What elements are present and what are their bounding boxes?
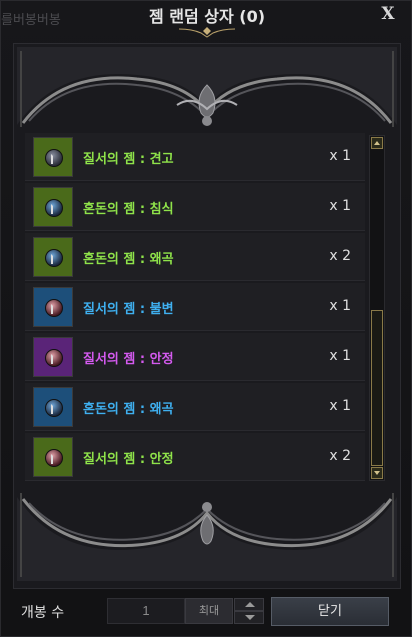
item-frame <box>33 237 73 277</box>
item-name: 질서의 젬 : 견고 <box>83 152 174 167</box>
gem-order-icon <box>45 349 63 367</box>
item-frame <box>33 137 73 177</box>
list-item[interactable]: 질서의 젬 : 안정 x 2 <box>25 433 365 481</box>
scroll-down-icon[interactable] <box>371 467 383 479</box>
bottom-ornament-icon <box>17 487 397 581</box>
item-quantity: x 2 <box>329 248 351 264</box>
increment-icon[interactable] <box>234 598 264 611</box>
open-count-value: 1 <box>142 603 150 618</box>
gem-chaos-icon <box>45 399 63 417</box>
item-quantity: x 1 <box>329 348 351 364</box>
window-close-icon[interactable]: X <box>379 5 397 23</box>
list-item[interactable]: 혼돈의 젬 : 왜곡 x 1 <box>25 383 365 431</box>
item-quantity: x 1 <box>329 148 351 164</box>
item-name: 혼돈의 젬 : 왜곡 <box>83 252 174 267</box>
scroll-up-icon[interactable] <box>371 137 383 149</box>
item-frame <box>33 187 73 227</box>
open-count-label: 개봉 수 <box>21 605 65 621</box>
top-ornament-icon <box>17 47 397 133</box>
item-quantity: x 1 <box>329 298 351 314</box>
item-name: 질서의 젬 : 안정 <box>83 452 174 467</box>
gem-chaos-icon <box>45 249 63 267</box>
list-item[interactable]: 질서의 젬 : 안정 x 1 <box>25 333 365 381</box>
window-title: 젬 랜덤 상자 (0) <box>148 7 266 26</box>
item-list: 질서의 젬 : 견고 x 1 혼돈의 젬 : 침식 x 1 혼돈의 젬 : 왜곡… <box>25 133 365 485</box>
gem-order-icon <box>45 149 63 167</box>
open-count-input[interactable]: 1 <box>107 598 185 624</box>
item-frame <box>33 287 73 327</box>
item-quantity: x 1 <box>329 198 351 214</box>
gem-order-icon <box>45 449 63 467</box>
item-frame <box>33 337 73 377</box>
scroll-thumb[interactable] <box>371 310 383 466</box>
list-item[interactable]: 질서의 젬 : 불변 x 1 <box>25 283 365 331</box>
item-quantity: x 1 <box>329 398 351 414</box>
item-list-scrollbar[interactable] <box>369 135 385 481</box>
title-ornament-icon <box>178 27 236 38</box>
gem-chaos-icon <box>45 199 63 217</box>
list-item[interactable]: 혼돈의 젬 : 침식 x 1 <box>25 183 365 231</box>
item-name: 혼돈의 젬 : 왜곡 <box>83 402 174 417</box>
max-button[interactable]: 최대 <box>185 598 233 624</box>
item-quantity: x 2 <box>329 448 351 464</box>
item-frame <box>33 387 73 427</box>
gem-order-icon <box>45 299 63 317</box>
item-name: 질서의 젬 : 불변 <box>83 302 174 317</box>
gem-random-box-window: 를버봉버봉 젬 랜덤 상자 (0) X 질서의 젬 : 견고 x 1 혼돈의 젬… <box>0 0 412 637</box>
list-item[interactable]: 혼돈의 젬 : 왜곡 x 2 <box>25 233 365 281</box>
close-button[interactable]: 닫기 <box>271 597 389 626</box>
item-frame <box>33 437 73 477</box>
decrement-icon[interactable] <box>234 611 264 624</box>
list-item[interactable]: 질서의 젬 : 견고 x 1 <box>25 133 365 181</box>
item-name: 질서의 젬 : 안정 <box>83 352 174 367</box>
item-name: 혼돈의 젬 : 침식 <box>83 202 174 217</box>
